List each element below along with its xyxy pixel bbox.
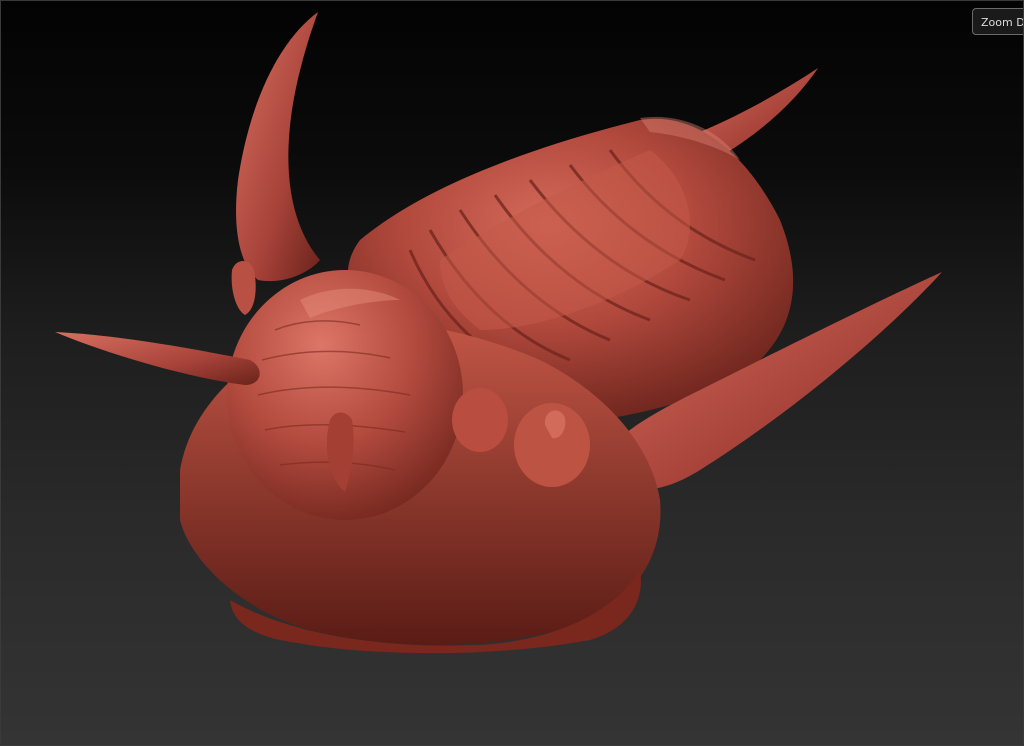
left-upper-horn — [236, 12, 320, 282]
trilobite-model[interactable] — [0, 0, 1024, 746]
eye-lobe-left — [452, 388, 508, 452]
zoom-document-button[interactable]: Zoom Do — [972, 8, 1024, 35]
sculpt-viewport[interactable]: Zoom Do — [0, 0, 1024, 746]
left-cheek-spine — [55, 332, 260, 385]
top-nub — [231, 261, 256, 315]
